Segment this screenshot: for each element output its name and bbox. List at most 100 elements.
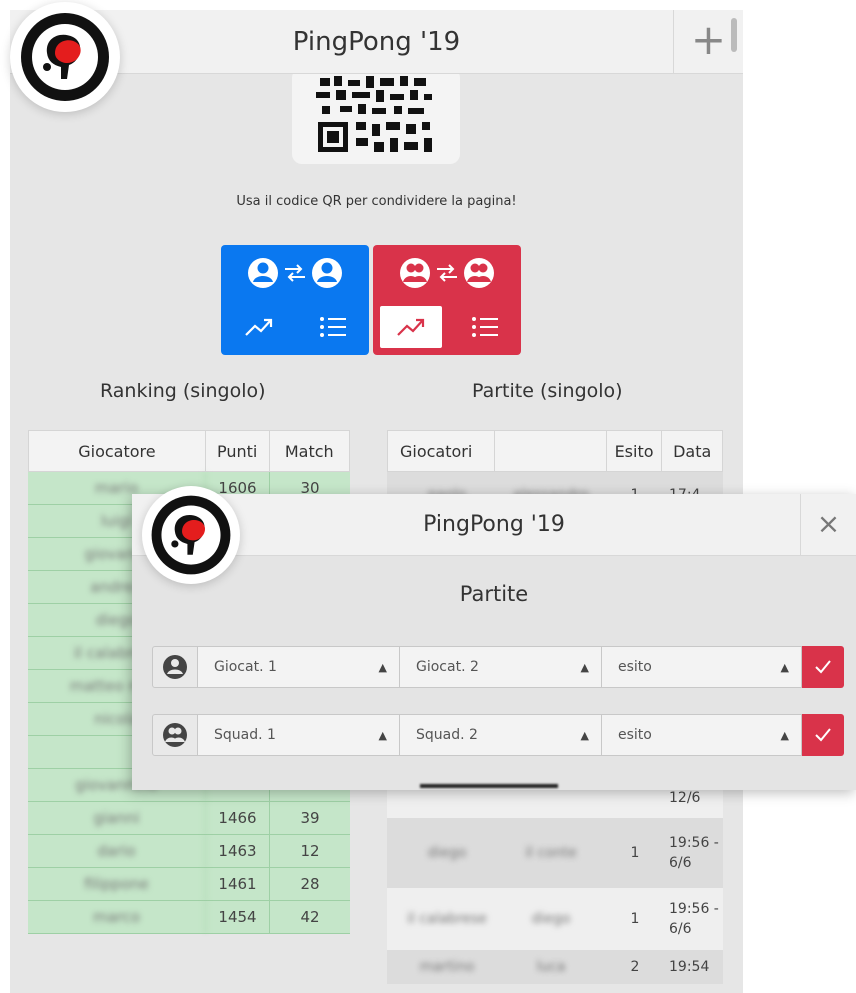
singles-mode-group bbox=[221, 245, 369, 355]
match-date-cell: 19:56 - 6/6 bbox=[669, 900, 719, 937]
match-result-cell: 1 bbox=[630, 845, 640, 861]
singles-addon bbox=[152, 646, 198, 688]
team1-select-value: Squad. 1 bbox=[214, 727, 276, 743]
column-header-players-2 bbox=[495, 431, 607, 471]
column-header-players[interactable]: Giocatori bbox=[388, 431, 496, 471]
column-header-player[interactable]: Giocatore bbox=[29, 431, 206, 471]
ping-pong-logo-icon bbox=[151, 495, 231, 575]
team-icon bbox=[464, 258, 494, 288]
user-icon bbox=[312, 258, 342, 288]
popup-logo bbox=[142, 486, 240, 584]
match-date-cell: 19:54 bbox=[669, 958, 710, 975]
singles-result-select[interactable]: esito ▲︎ bbox=[602, 646, 802, 688]
ranking-player-cell: marco bbox=[28, 901, 206, 933]
singles-ranking-button[interactable] bbox=[227, 305, 291, 349]
ranking-points-cell: 1461 bbox=[206, 868, 270, 900]
close-button[interactable]: × bbox=[800, 494, 856, 556]
popup-title-bar: PingPong '19 × bbox=[132, 494, 856, 556]
match-row[interactable]: martino luca 2 19:54 bbox=[387, 950, 723, 984]
teams-result-select[interactable]: esito ▲︎ bbox=[602, 714, 802, 756]
swap-icon bbox=[437, 264, 457, 282]
ranking-row[interactable]: filippone 1461 28 bbox=[28, 868, 350, 901]
app-title: PingPong '19 bbox=[292, 27, 461, 57]
team-icon bbox=[163, 723, 187, 747]
ping-pong-logo-icon bbox=[21, 13, 109, 101]
column-header-date[interactable]: Data bbox=[662, 431, 722, 471]
caret-icon: ▲︎ bbox=[378, 728, 387, 742]
player1-select[interactable]: Giocat. 1 ▲︎ bbox=[198, 646, 400, 688]
title-bar: PingPong '19 + bbox=[10, 10, 743, 74]
ranking-matches-cell: 42 bbox=[300, 908, 320, 926]
singles-match-form: Giocat. 1 ▲︎ Giocat. 2 ▲︎ esito ▲︎ bbox=[152, 646, 844, 688]
match-row[interactable]: il calabrese diego 1 19:56 - 6/6 bbox=[387, 888, 723, 950]
player1-select-value: Giocat. 1 bbox=[214, 659, 277, 675]
teams-swap-header bbox=[373, 255, 521, 295]
caret-icon: ▲︎ bbox=[580, 660, 589, 674]
singles-swap-header bbox=[221, 255, 369, 295]
qr-caption: Usa il codice QR per condividere la pagi… bbox=[236, 194, 517, 209]
match-result-cell: 2 bbox=[630, 959, 640, 975]
ranking-matches-cell: 39 bbox=[300, 809, 320, 827]
trend-chart-icon bbox=[397, 318, 425, 336]
list-icon bbox=[472, 317, 498, 337]
popup-heading: Partite bbox=[459, 582, 529, 606]
check-icon bbox=[815, 660, 831, 674]
ranking-points-cell: 1466 bbox=[206, 802, 270, 834]
ranking-player-cell: gianni bbox=[28, 802, 206, 834]
ranking-matches-cell: 28 bbox=[300, 875, 320, 893]
match-player2-cell: diego bbox=[531, 911, 571, 927]
match-result-cell: 1 bbox=[630, 911, 640, 927]
caret-icon: ▲︎ bbox=[780, 660, 789, 674]
team1-select[interactable]: Squad. 1 ▲︎ bbox=[198, 714, 400, 756]
teams-ranking-button[interactable] bbox=[379, 305, 443, 349]
user-icon bbox=[248, 258, 278, 288]
swap-icon bbox=[285, 264, 305, 282]
player2-select[interactable]: Giocat. 2 ▲︎ bbox=[400, 646, 602, 688]
match-date-cell: 19:56 - 6/6 bbox=[669, 834, 719, 871]
column-header-result[interactable]: Esito bbox=[607, 431, 663, 471]
team2-select-value: Squad. 2 bbox=[416, 727, 478, 743]
qr-code-icon bbox=[312, 72, 440, 160]
match-player2-cell: il conte bbox=[525, 845, 577, 861]
popup-title: PingPong '19 bbox=[423, 512, 565, 537]
ranking-heading: Ranking (singolo) bbox=[100, 380, 266, 402]
match-row[interactable]: diego il conte 1 19:56 - 6/6 bbox=[387, 818, 723, 888]
teams-mode-group bbox=[373, 245, 521, 355]
ranking-player-cell: dario bbox=[28, 835, 206, 867]
singles-result-select-value: esito bbox=[618, 659, 652, 675]
list-icon bbox=[320, 317, 346, 337]
match-entry-window: PingPong '19 × Partite Giocat. 1 ▲︎ Gioc… bbox=[132, 486, 856, 790]
user-icon bbox=[163, 655, 187, 679]
team-icon bbox=[400, 258, 430, 288]
teams-match-form: Squad. 1 ▲︎ Squad. 2 ▲︎ esito ▲︎ bbox=[152, 714, 844, 756]
teams-matches-button[interactable] bbox=[453, 305, 517, 349]
teams-result-select-value: esito bbox=[618, 727, 652, 743]
ranking-row[interactable]: marco 1454 42 bbox=[28, 901, 350, 934]
column-header-points[interactable]: Punti bbox=[206, 431, 270, 471]
caret-icon: ▲︎ bbox=[378, 660, 387, 674]
singles-matches-button[interactable] bbox=[301, 305, 365, 349]
ranking-points-cell: 1463 bbox=[206, 835, 270, 867]
app-logo bbox=[10, 2, 120, 112]
ranking-table-header: Giocatore Punti Match bbox=[28, 430, 350, 472]
ranking-row[interactable]: gianni 1466 39 bbox=[28, 802, 350, 835]
column-header-matches[interactable]: Match bbox=[270, 431, 350, 471]
redacted-bar bbox=[420, 784, 558, 788]
trend-chart-icon bbox=[245, 318, 273, 336]
match-player1-cell: diego bbox=[427, 845, 467, 861]
scrollbar-thumb[interactable] bbox=[731, 18, 737, 52]
qr-code-card bbox=[292, 68, 460, 164]
team2-select[interactable]: Squad. 2 ▲︎ bbox=[400, 714, 602, 756]
ranking-row[interactable]: dario 1463 12 bbox=[28, 835, 350, 868]
match-player1-cell: martino bbox=[419, 959, 475, 975]
matches-table-header: Giocatori Esito Data bbox=[387, 430, 723, 472]
submit-singles-button[interactable] bbox=[802, 646, 844, 688]
match-player2-cell: luca bbox=[536, 959, 566, 975]
teams-addon bbox=[152, 714, 198, 756]
caret-icon: ▲︎ bbox=[780, 728, 789, 742]
ranking-matches-cell: 12 bbox=[300, 842, 320, 860]
caret-icon: ▲︎ bbox=[580, 728, 589, 742]
submit-teams-button[interactable] bbox=[802, 714, 844, 756]
ranking-player-cell: filippone bbox=[28, 868, 206, 900]
matches-heading: Partite (singolo) bbox=[472, 380, 623, 402]
